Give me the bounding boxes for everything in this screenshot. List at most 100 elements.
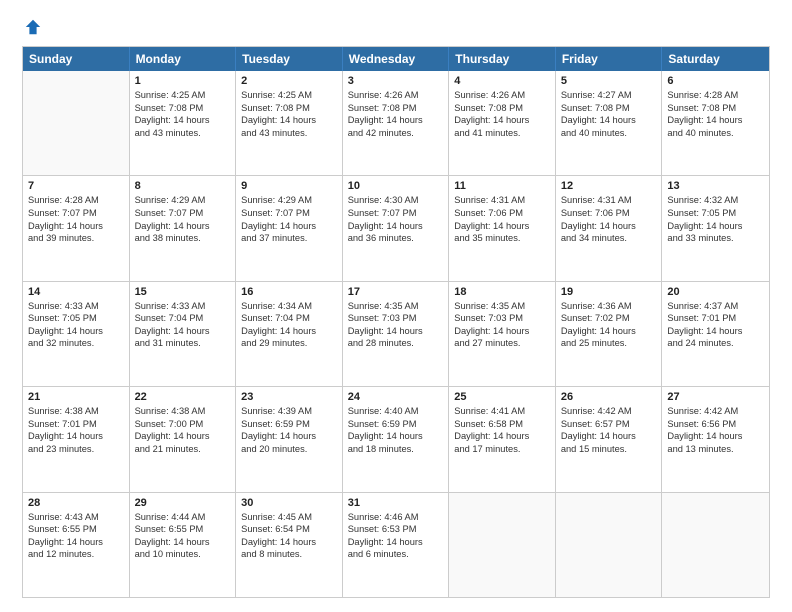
cell-info-line: Sunrise: 4:28 AM [667,89,764,102]
cell-info-line: and 41 minutes. [454,127,550,140]
calendar-cell: 19Sunrise: 4:36 AMSunset: 7:02 PMDayligh… [556,282,663,386]
calendar-header: SundayMondayTuesdayWednesdayThursdayFrid… [23,47,769,71]
day-number: 28 [28,497,124,509]
cell-info-line: and 23 minutes. [28,443,124,456]
cell-info-line: Daylight: 14 hours [667,325,764,338]
cell-info-line: and 18 minutes. [348,443,444,456]
cell-info-line: Sunset: 7:08 PM [348,102,444,115]
day-number: 22 [135,391,231,403]
cell-info-line: Sunset: 7:04 PM [135,312,231,325]
cell-info-line: Daylight: 14 hours [135,430,231,443]
cell-info-line: Sunrise: 4:40 AM [348,405,444,418]
day-number: 19 [561,286,657,298]
cell-info-line: Sunrise: 4:42 AM [667,405,764,418]
day-number: 31 [348,497,444,509]
calendar-row-1: 1Sunrise: 4:25 AMSunset: 7:08 PMDaylight… [23,71,769,176]
calendar-cell: 2Sunrise: 4:25 AMSunset: 7:08 PMDaylight… [236,71,343,175]
day-number: 8 [135,180,231,192]
calendar-cell: 7Sunrise: 4:28 AMSunset: 7:07 PMDaylight… [23,176,130,280]
calendar-cell [556,493,663,597]
cell-info-line: Sunrise: 4:45 AM [241,511,337,524]
calendar-cell [662,493,769,597]
cell-info-line: Sunset: 7:05 PM [667,207,764,220]
cell-info-line: Sunset: 7:03 PM [454,312,550,325]
cell-info-line: Daylight: 14 hours [348,220,444,233]
cell-info-line: Sunset: 7:08 PM [667,102,764,115]
cell-info-line: Sunset: 7:07 PM [135,207,231,220]
day-number: 18 [454,286,550,298]
calendar-cell: 30Sunrise: 4:45 AMSunset: 6:54 PMDayligh… [236,493,343,597]
cell-info-line: Daylight: 14 hours [28,325,124,338]
cell-info-line: Sunrise: 4:30 AM [348,194,444,207]
calendar-cell: 26Sunrise: 4:42 AMSunset: 6:57 PMDayligh… [556,387,663,491]
cell-info-line: and 28 minutes. [348,337,444,350]
cell-info-line: Daylight: 14 hours [241,325,337,338]
cell-info-line: Sunrise: 4:43 AM [28,511,124,524]
cell-info-line: Sunset: 6:59 PM [241,418,337,431]
calendar-cell: 20 Sunrise: 4:37 AMSunset: 7:01 PMDayligh… [662,282,769,386]
cell-info-line: and 38 minutes. [135,232,231,245]
cell-info-line: and 15 minutes. [561,443,657,456]
cell-info-line: Daylight: 14 hours [28,536,124,549]
cell-info-line: Sunrise: 4:35 AM [348,300,444,313]
cell-info-line: and 42 minutes. [348,127,444,140]
cell-info-line: Sunset: 7:08 PM [561,102,657,115]
cell-info-line: Daylight: 14 hours [454,220,550,233]
cell-info-line: Sunset: 7:02 PM [561,312,657,325]
cell-info-line: Sunset: 7:08 PM [241,102,337,115]
day-number: 6 [667,75,764,87]
cell-info-line: and 33 minutes. [667,232,764,245]
calendar: SundayMondayTuesdayWednesdayThursdayFrid… [22,46,770,598]
day-number: 14 [28,286,124,298]
cell-info-line: and 39 minutes. [28,232,124,245]
calendar-cell: 23Sunrise: 4:39 AMSunset: 6:59 PMDayligh… [236,387,343,491]
cell-info-line: Sunset: 7:04 PM [241,312,337,325]
cell-info-line: Daylight: 14 hours [135,220,231,233]
calendar-cell: 11Sunrise: 4:31 AMSunset: 7:06 PMDayligh… [449,176,556,280]
day-number: 15 [135,286,231,298]
day-number: 27 [667,391,764,403]
day-number: 21 [28,391,124,403]
cell-info-line: Sunset: 7:06 PM [561,207,657,220]
day-number: 3 [348,75,444,87]
cell-info-line: and 40 minutes. [667,127,764,140]
cell-info-line: and 36 minutes. [348,232,444,245]
cell-info-line: Sunset: 7:03 PM [348,312,444,325]
calendar-cell: 8 Sunrise: 4:29 AMSunset: 7:07 PMDaylight… [130,176,237,280]
day-number: 23 [241,391,337,403]
cell-info-line: Sunrise: 4:29 AM [135,194,231,207]
cell-info-line: and 8 minutes. [241,548,337,561]
day-number: 9 [241,180,337,192]
cell-info-line: Sunrise: 4:42 AM [561,405,657,418]
cell-info-line: Sunset: 7:01 PM [667,312,764,325]
day-number: 5 [561,75,657,87]
cell-info-line: Daylight: 14 hours [135,325,231,338]
calendar-cell [449,493,556,597]
day-number: 1 [135,75,231,87]
cell-info-line: Daylight: 14 hours [667,430,764,443]
cell-info-line: and 37 minutes. [241,232,337,245]
calendar-cell: 12Sunrise: 4:31 AMSunset: 7:06 PMDayligh… [556,176,663,280]
logo [22,18,42,36]
cell-info-line: Daylight: 14 hours [28,430,124,443]
day-number: 20 [667,286,764,298]
calendar-row-2: 7Sunrise: 4:28 AMSunset: 7:07 PMDaylight… [23,176,769,281]
cell-info-line: Daylight: 14 hours [348,536,444,549]
day-number: 24 [348,391,444,403]
cell-info-line: Sunset: 7:07 PM [348,207,444,220]
calendar-cell: 16Sunrise: 4:34 AMSunset: 7:04 PMDayligh… [236,282,343,386]
cell-info-line: Sunrise: 4:37 AM [667,300,764,313]
cell-info-line: Sunrise: 4:27 AM [561,89,657,102]
cell-info-line: and 6 minutes. [348,548,444,561]
cell-info-line: Sunrise: 4:34 AM [241,300,337,313]
day-number: 26 [561,391,657,403]
cell-info-line: and 20 minutes. [241,443,337,456]
cell-info-line: Sunrise: 4:46 AM [348,511,444,524]
cell-info-line: Daylight: 14 hours [667,220,764,233]
calendar-cell: 10Sunrise: 4:30 AMSunset: 7:07 PMDayligh… [343,176,450,280]
calendar-cell: 31Sunrise: 4:46 AMSunset: 6:53 PMDayligh… [343,493,450,597]
cell-info-line: Daylight: 14 hours [135,536,231,549]
cell-info-line: and 25 minutes. [561,337,657,350]
calendar-cell: 29Sunrise: 4:44 AMSunset: 6:55 PMDayligh… [130,493,237,597]
day-number: 13 [667,180,764,192]
